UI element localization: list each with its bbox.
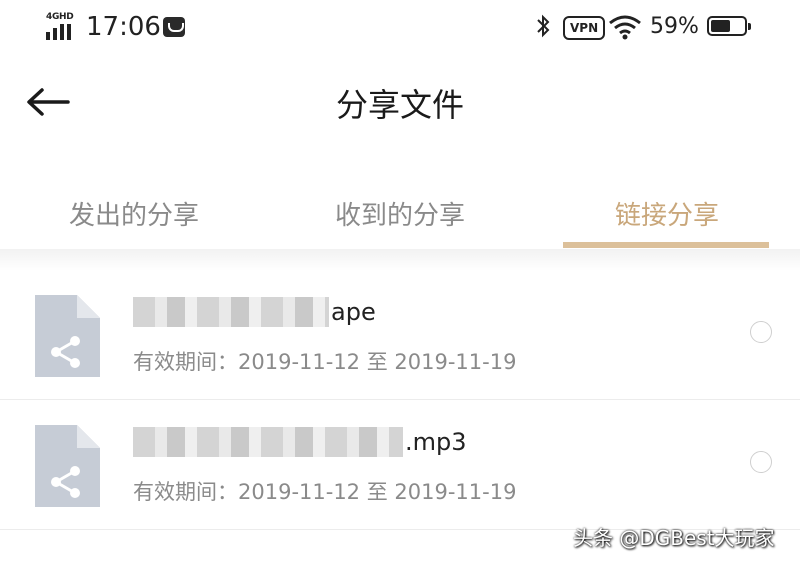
- notification-icon: [163, 17, 185, 37]
- tab-received-shares[interactable]: 收到的分享: [280, 195, 520, 232]
- validity-period: 有效期间：2019-11-12 至 2019-11-19: [133, 480, 517, 504]
- list-item[interactable]: ape 有效期间：2019-11-12 至 2019-11-19: [0, 270, 800, 400]
- active-tab-indicator: [563, 242, 769, 248]
- battery-icon: [707, 16, 751, 36]
- shared-file-icon: [35, 295, 100, 377]
- redacted-text: [133, 427, 403, 457]
- battery-percent: 59%: [650, 14, 699, 39]
- shared-file-icon: [35, 425, 100, 507]
- select-radio[interactable]: [750, 321, 772, 343]
- list-item[interactable]: .mp3 有效期间：2019-11-12 至 2019-11-19: [0, 400, 800, 530]
- status-bar: 4GHD 17:06 VPN 59%: [0, 0, 800, 58]
- watermark: 头条 @DGBest大玩家: [573, 526, 775, 550]
- tab-link-shares[interactable]: 链接分享: [547, 195, 787, 232]
- status-time: 17:06: [86, 12, 161, 42]
- file-name: .mp3: [133, 424, 467, 460]
- wifi-icon: [608, 14, 642, 40]
- bluetooth-icon: [535, 14, 551, 44]
- tab-sent-shares[interactable]: 发出的分享: [14, 195, 254, 232]
- file-name: ape: [133, 294, 376, 330]
- redacted-text: [133, 297, 329, 327]
- cellular-signal-icon: 4GHD: [46, 12, 78, 40]
- validity-period: 有效期间：2019-11-12 至 2019-11-19: [133, 350, 517, 374]
- vpn-badge: VPN: [563, 16, 606, 40]
- select-radio[interactable]: [750, 451, 772, 473]
- network-type: 4GHD: [46, 12, 74, 22]
- page-title: 分享文件: [335, 86, 464, 124]
- tab-bar: 发出的分享 收到的分享 链接分享: [0, 185, 800, 249]
